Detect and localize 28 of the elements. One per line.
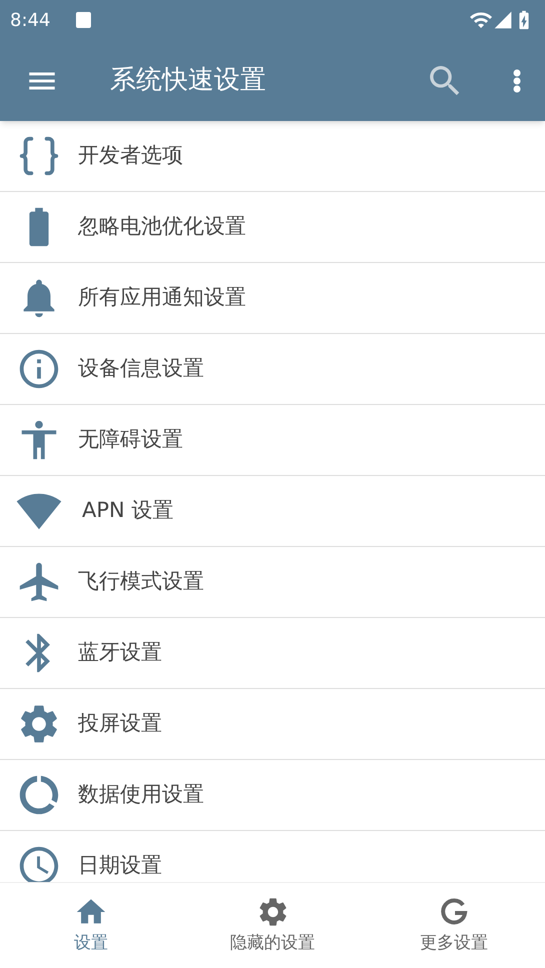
nav-tab[interactable]: 设置 [0,883,182,968]
item-label: APN 设置 [82,497,174,524]
item-label: 蓝牙设置 [78,639,162,666]
settings-list-item[interactable]: 数据使用设置 [0,760,545,831]
settings-list-item[interactable]: 忽略电池优化设置 [0,192,545,263]
more-icon [513,68,521,92]
settings-list-item[interactable]: 飞行模式设置 [0,547,545,618]
item-label: 忽略电池优化设置 [78,213,246,240]
settings-list-item[interactable]: 蓝牙设置 [0,618,545,689]
toolbar-title: 系统快速设置 [110,64,266,97]
item-label: 日期设置 [78,852,162,880]
item-label: 设备信息设置 [78,355,204,382]
item-label: 飞行模式设置 [78,568,204,596]
settings-list-item[interactable]: APN 设置 [0,476,545,547]
status-time: 8:44 [10,8,50,32]
settings-list-item[interactable]: 设备信息设置 [0,334,545,405]
settings-list-item[interactable]: 开发者选项 [0,121,545,192]
settings-list-item[interactable]: 所有应用通知设置 [0,263,545,334]
item-label: 所有应用通知设置 [78,284,246,312]
settings-list-item[interactable]: 无障碍设置 [0,405,545,476]
nav-tab[interactable]: 更多设置 [363,883,545,968]
item-label: 开发者选项 [78,142,183,170]
item-label: 无障碍设置 [78,426,183,454]
nav-tab[interactable]: 隐藏的设置 [182,883,364,968]
signal-icon [493,10,513,30]
item-label: 数据使用设置 [78,781,204,808]
settings-list-item[interactable]: 投屏设置 [0,689,545,760]
item-label: 投屏设置 [78,710,162,738]
